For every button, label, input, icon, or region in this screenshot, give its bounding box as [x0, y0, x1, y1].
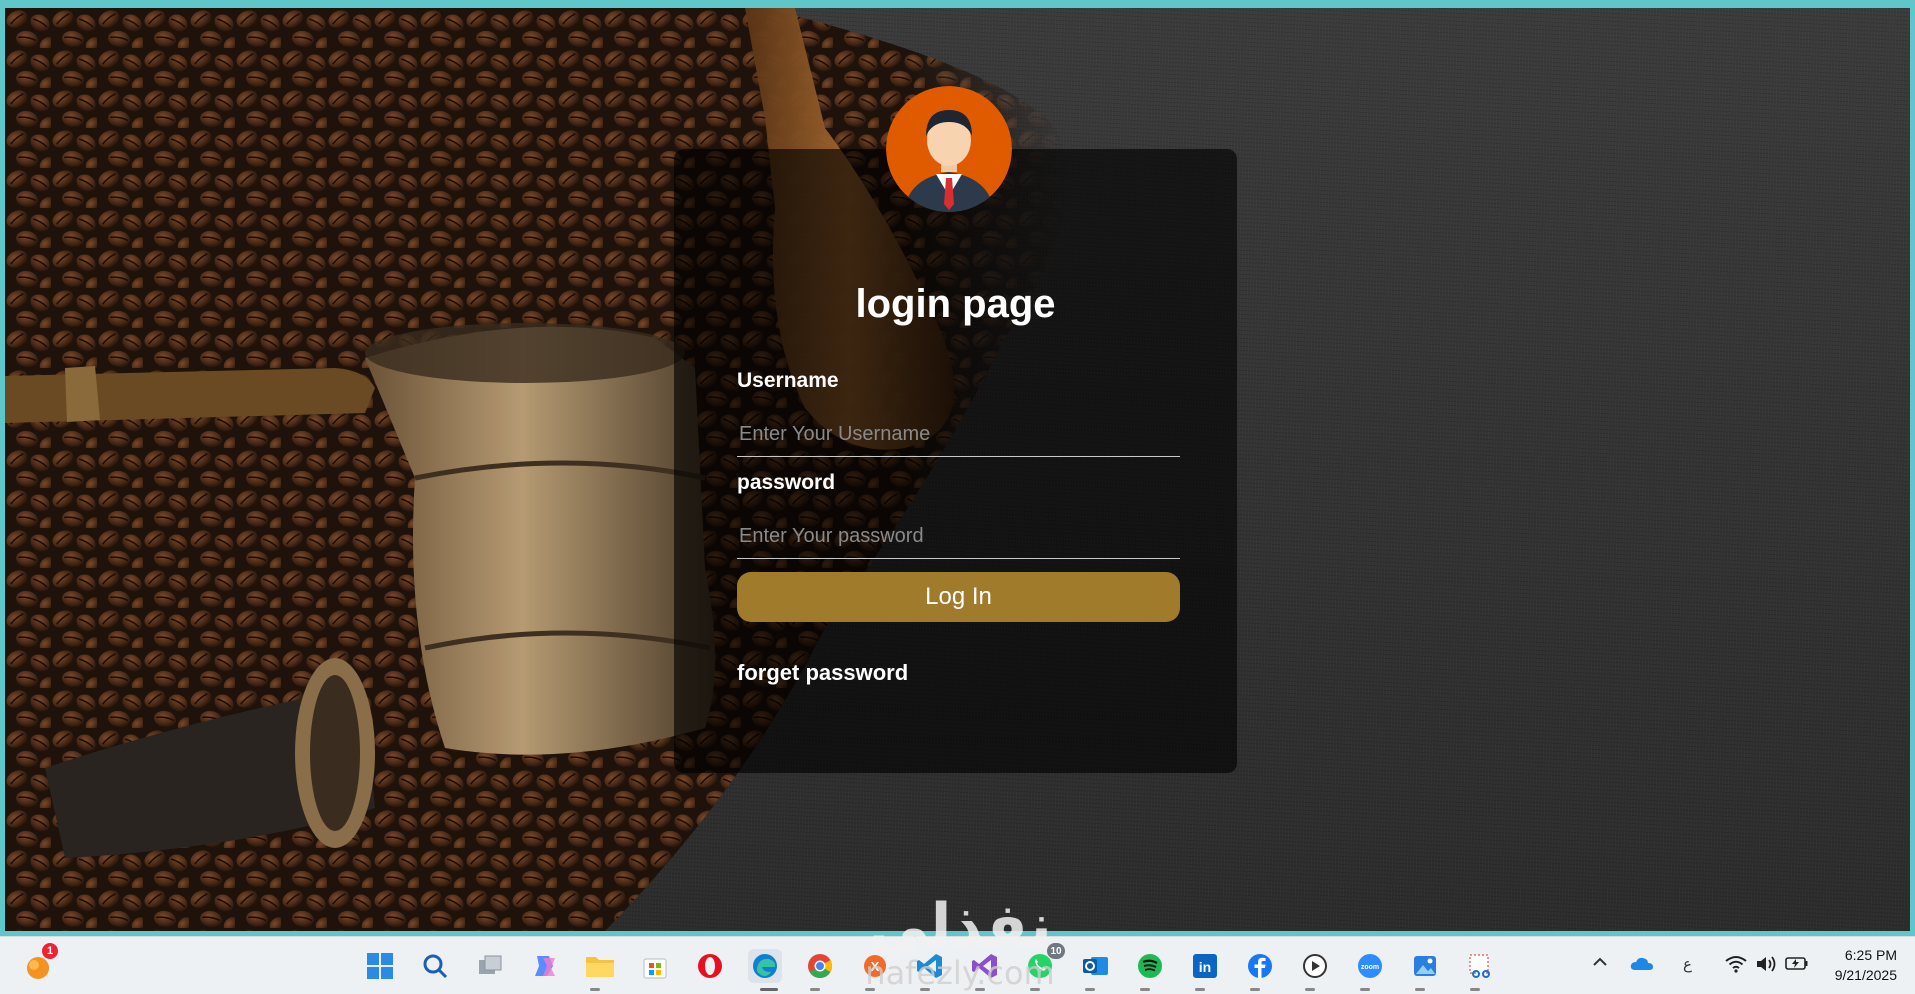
- opera-icon[interactable]: [693, 949, 727, 983]
- running-indicator: [1250, 988, 1260, 991]
- onedrive-icon[interactable]: [1630, 955, 1654, 976]
- svg-text:zoom: zoom: [1361, 964, 1379, 971]
- forget-password-link[interactable]: forget password: [737, 660, 908, 686]
- store-icon[interactable]: [638, 949, 672, 983]
- running-indicator: [1140, 988, 1150, 991]
- chrome-icon[interactable]: [803, 949, 837, 983]
- zoom-icon[interactable]: zoom: [1353, 949, 1387, 983]
- whatsapp-icon[interactable]: 10: [1023, 943, 1065, 983]
- svg-text:X: X: [871, 959, 880, 974]
- show-hidden-icons-chevron-icon[interactable]: [1592, 955, 1608, 974]
- clock-date: 9/21/2025: [1834, 967, 1897, 983]
- whatsapp-badge: 10: [1047, 943, 1065, 959]
- notification-badge: 1: [42, 943, 58, 959]
- running-indicator: [1030, 988, 1040, 991]
- visual-studio-icon[interactable]: [968, 949, 1002, 983]
- search-icon[interactable]: [418, 949, 452, 983]
- taskbar: 1 X 10 in zoom ع 6:25 PM 9/21/2025: [0, 936, 1915, 994]
- notification-app-icon[interactable]: 1: [22, 943, 58, 983]
- page-title: login page: [855, 282, 1056, 326]
- clock[interactable]: 6:25 PM 9/21/2025: [1835, 945, 1897, 985]
- app-icon[interactable]: X: [858, 949, 892, 983]
- clock-time: 6:25 PM: [1844, 947, 1897, 963]
- user-avatar: [886, 86, 1012, 212]
- task-view-icon[interactable]: [473, 949, 507, 983]
- outlook-icon[interactable]: [1078, 949, 1112, 983]
- running-indicator: [590, 988, 600, 991]
- password-label: password: [737, 471, 836, 494]
- avatar-icon: [886, 86, 1012, 212]
- edge-icon[interactable]: [748, 949, 782, 983]
- battery-icon[interactable]: [1785, 955, 1809, 976]
- copilot-icon[interactable]: [528, 949, 562, 983]
- vscode-icon[interactable]: [913, 949, 947, 983]
- snipping-tool-icon[interactable]: [1463, 949, 1497, 983]
- running-indicator: [810, 988, 820, 991]
- running-indicator: [1305, 988, 1315, 991]
- running-indicator: [920, 988, 930, 991]
- running-indicator: [1360, 988, 1370, 991]
- username-label: Username: [737, 369, 839, 392]
- login-button[interactable]: Log In: [737, 572, 1180, 622]
- photos-icon[interactable]: [1408, 949, 1442, 983]
- running-indicator: [1195, 988, 1205, 991]
- svg-text:in: in: [1199, 959, 1211, 975]
- running-indicator: [1085, 988, 1095, 991]
- password-input[interactable]: [737, 515, 1180, 559]
- spotify-icon[interactable]: [1133, 949, 1167, 983]
- running-indicator: [1415, 988, 1425, 991]
- running-indicator: [1470, 988, 1480, 991]
- facebook-icon[interactable]: [1243, 949, 1277, 983]
- running-indicator: [975, 988, 985, 991]
- language-indicator[interactable]: ع: [1683, 955, 1692, 973]
- windows-start-icon[interactable]: [363, 949, 397, 983]
- username-input[interactable]: [737, 413, 1180, 457]
- media-player-icon[interactable]: [1298, 949, 1332, 983]
- wifi-icon[interactable]: [1725, 955, 1747, 978]
- linkedin-icon[interactable]: in: [1188, 949, 1222, 983]
- edge-running-indicator: [760, 988, 778, 991]
- volume-icon[interactable]: [1755, 955, 1777, 978]
- running-indicator: [865, 988, 875, 991]
- file-explorer-icon[interactable]: [583, 949, 617, 983]
